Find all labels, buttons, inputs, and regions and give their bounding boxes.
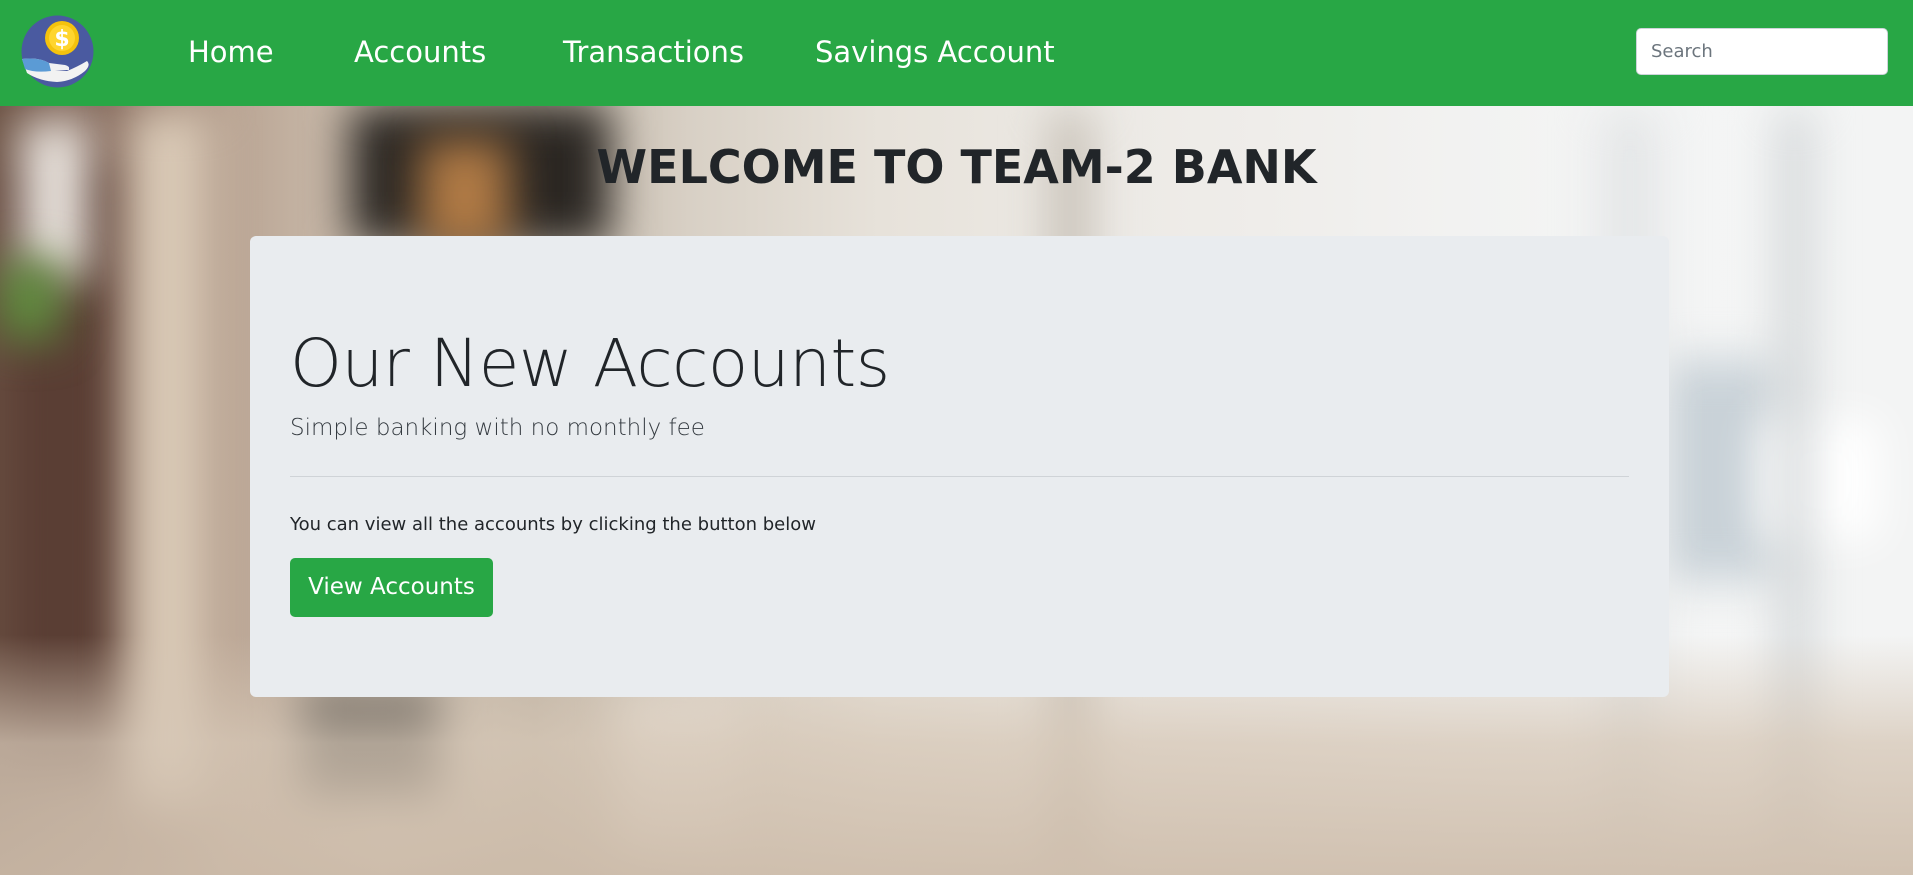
nav-savings-account[interactable]: Savings Account: [815, 32, 1055, 72]
page: $ Home Accounts Transactions Savings Acc…: [0, 0, 1913, 875]
coin-symbol: $: [54, 27, 69, 52]
nav-accounts[interactable]: Accounts: [354, 32, 486, 72]
nav-home[interactable]: Home: [188, 32, 274, 72]
nav-transactions[interactable]: Transactions: [563, 32, 744, 72]
jumbotron-title: Our New Accounts: [290, 325, 890, 402]
divider: [290, 476, 1629, 477]
view-accounts-button[interactable]: View Accounts: [290, 558, 493, 617]
hand-holding-coin-icon[interactable]: $: [21, 15, 94, 88]
search-input[interactable]: [1636, 28, 1888, 75]
jumbotron: Our New Accounts Simple banking with no …: [250, 236, 1669, 697]
jumbotron-lead: Simple banking with no monthly fee: [290, 415, 705, 441]
logo-svg: $: [21, 15, 94, 88]
jumbotron-body-text: You can view all the accounts by clickin…: [290, 514, 816, 535]
page-title: WELCOME TO TEAM-2 BANK: [596, 140, 1317, 194]
navbar: $ Home Accounts Transactions Savings Acc…: [0, 0, 1913, 106]
